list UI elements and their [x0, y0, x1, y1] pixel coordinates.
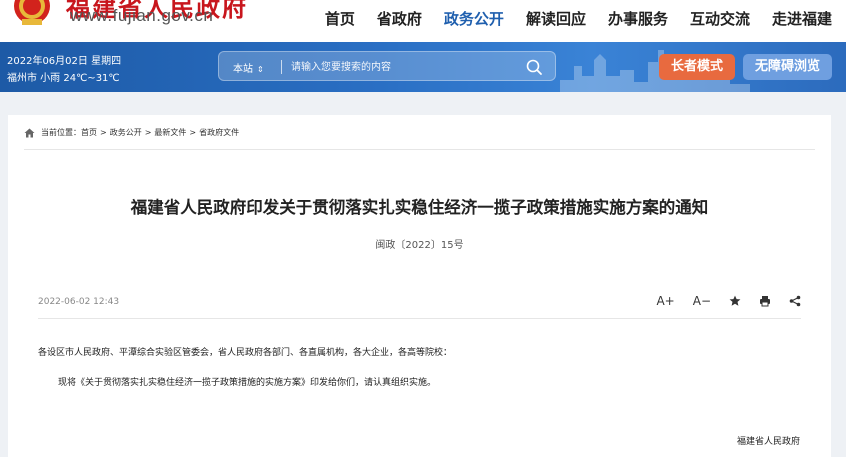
document-number: 闽政〔2022〕15号 — [375, 240, 464, 251]
sort-arrows-icon: ⇕ — [257, 65, 264, 74]
search-scope-select[interactable]: 本站 ⇕ — [233, 60, 264, 75]
breadcrumb-latest-files[interactable]: 最新文件 — [154, 127, 186, 138]
article-title: 福建省人民政府印发关于贯彻落实扎实稳住经济一揽子政策措施实施方案的通知 — [130, 198, 709, 217]
main-nav: 首页 省政府 政务公开 解读回应 办事服务 互动交流 走进福建 — [303, 8, 832, 29]
breadcrumb-home[interactable]: 首页 — [81, 127, 97, 138]
search-divider — [281, 60, 282, 74]
search-scope-label: 本站 — [233, 64, 253, 75]
search-icon[interactable] — [525, 58, 543, 76]
breadcrumb-prefix: 当前位置： — [41, 128, 81, 137]
breadcrumb-government-affairs[interactable]: 政务公开 — [110, 127, 142, 138]
nav-item-provincial-government[interactable]: 省政府 — [377, 8, 422, 29]
article-toolbar: A+ A− — [638, 294, 801, 308]
breadcrumb-provincial-files[interactable]: 省政府文件 — [199, 127, 239, 138]
print-icon — [760, 296, 770, 307]
nav-item-interaction[interactable]: 互动交流 — [690, 8, 750, 29]
current-date: 2022年06月02日 星期四 — [7, 56, 122, 67]
font-increase-button[interactable]: A+ — [656, 294, 674, 308]
info-bar: 2022年06月02日 星期四 福州市 小雨 24℃~31℃ 本站⇕ 长者模式 … — [0, 42, 846, 92]
elder-mode-button[interactable]: 长者模式 — [659, 54, 735, 80]
site-header: 福建省人民政府 www.fujian.gov.cn 首页 省政府 政务公开 解读… — [0, 0, 846, 42]
breadcrumb-separator: > — [100, 128, 107, 137]
home-icon — [24, 128, 35, 137]
nav-item-home[interactable]: 首页 — [325, 8, 355, 29]
publish-date: 2022-06-02 12:43 — [38, 297, 120, 307]
nav-item-interpretation[interactable]: 解读回应 — [526, 8, 586, 29]
accessible-browsing-button[interactable]: 无障碍浏览 — [743, 54, 832, 80]
site-url[interactable]: www.fujian.gov.cn — [70, 6, 213, 26]
weather-info: 福州市 小雨 24℃~31℃ — [7, 73, 120, 84]
divider — [24, 149, 815, 150]
nav-item-about-fujian[interactable]: 走进福建 — [772, 8, 832, 29]
national-emblem-icon[interactable] — [10, 0, 54, 28]
article-card: 当前位置： 首页 > 政务公开 > 最新文件 > 省政府文件 福建省人民政府印发… — [8, 115, 831, 457]
nav-item-government-affairs[interactable]: 政务公开 — [444, 8, 504, 29]
breadcrumb-separator: > — [189, 128, 197, 137]
star-icon — [729, 295, 741, 306]
favorite-button[interactable] — [729, 295, 741, 307]
nav-item-services[interactable]: 办事服务 — [608, 8, 668, 29]
share-icon — [789, 295, 801, 307]
article-paragraph: 各设区市人民政府、平潭综合实验区管委会，省人民政府各部门、各直属机构，各大企业，… — [38, 348, 453, 358]
divider — [38, 318, 801, 319]
breadcrumb: 当前位置： 首页 > 政务公开 > 最新文件 > 省政府文件 — [24, 127, 239, 138]
search-input[interactable] — [291, 56, 511, 78]
article-signature: 福建省人民政府 — [736, 437, 800, 447]
share-button[interactable] — [789, 295, 801, 307]
print-button[interactable] — [759, 295, 771, 307]
article-paragraph: 现将《关于贯彻落实扎实稳住经济一揽子政策措施的实施方案》印发给你们，请认真组织实… — [58, 378, 437, 388]
search-box: 本站 ⇕ — [218, 51, 556, 81]
breadcrumb-separator: > — [144, 128, 152, 137]
font-decrease-button[interactable]: A− — [693, 294, 711, 308]
